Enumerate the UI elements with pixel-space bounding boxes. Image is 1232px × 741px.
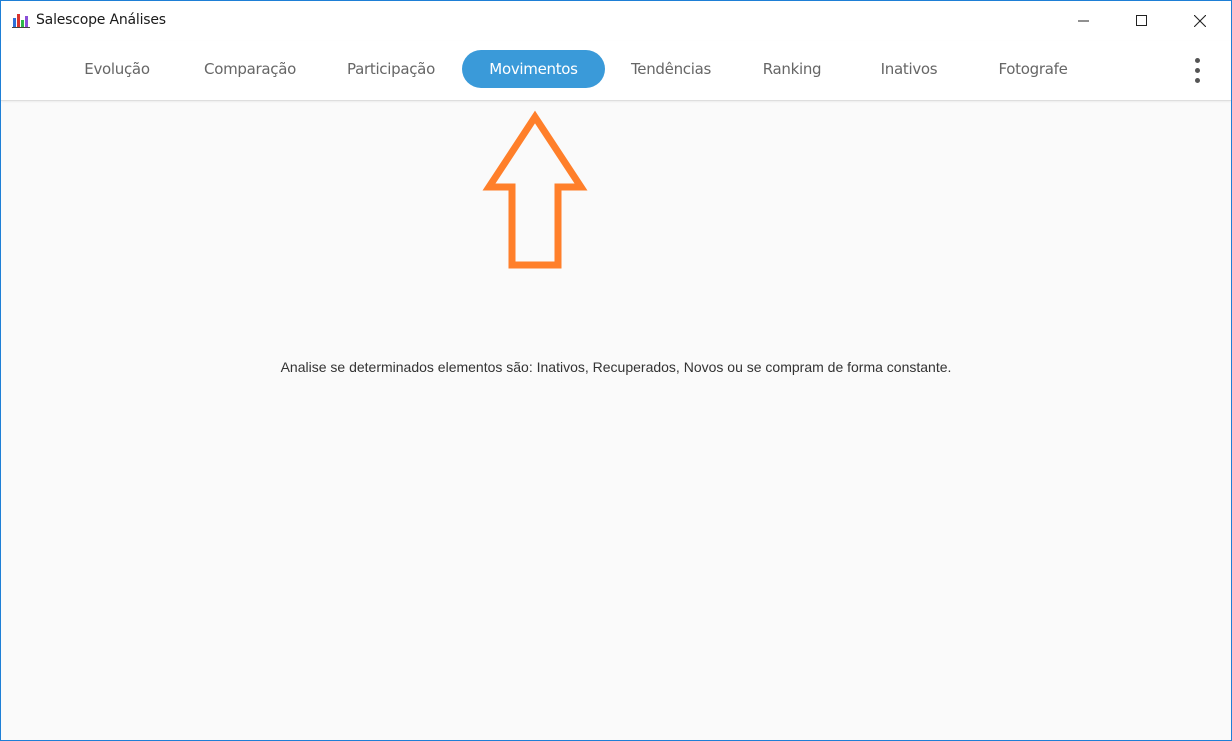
tab-inativos[interactable]: Inativos bbox=[869, 50, 949, 88]
app-logo-icon bbox=[12, 14, 30, 28]
tab-fotografe[interactable]: Fotografe bbox=[986, 50, 1080, 88]
empty-state-message: Analise se determinados elementos são: I… bbox=[280, 359, 952, 375]
tab-bar: Evolução Comparação Participação Movimen… bbox=[1, 41, 1231, 101]
title-bar[interactable]: Salescope Análises bbox=[1, 1, 1231, 41]
close-icon bbox=[1194, 15, 1206, 27]
tab-evolucao[interactable]: Evolução bbox=[71, 50, 163, 88]
minimize-icon bbox=[1078, 20, 1089, 22]
app-window: Salescope Análises Evolução Comparação P… bbox=[0, 0, 1232, 741]
more-vertical-icon bbox=[1194, 57, 1200, 63]
more-options-button[interactable] bbox=[1187, 55, 1207, 85]
tab-ranking[interactable]: Ranking bbox=[751, 50, 833, 88]
up-arrow-icon bbox=[482, 110, 588, 269]
tab-comparacao[interactable]: Comparação bbox=[189, 50, 311, 88]
maximize-icon bbox=[1136, 15, 1147, 26]
tab-movimentos[interactable]: Movimentos bbox=[462, 50, 605, 88]
tab-tendencias[interactable]: Tendências bbox=[618, 50, 724, 88]
close-button[interactable] bbox=[1171, 1, 1229, 41]
maximize-button[interactable] bbox=[1113, 1, 1171, 41]
tab-participacao[interactable]: Participação bbox=[334, 50, 448, 88]
minimize-button[interactable] bbox=[1055, 1, 1113, 41]
window-title: Salescope Análises bbox=[36, 12, 166, 28]
